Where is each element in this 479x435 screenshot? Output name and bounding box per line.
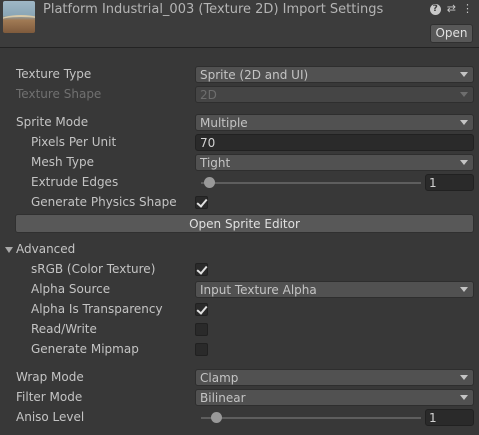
wrap-mode-row: Wrap Mode Clamp <box>0 368 479 388</box>
aniso-level-slider-thumb[interactable] <box>210 412 222 423</box>
extrude-edges-slider-track[interactable] <box>201 182 421 184</box>
filter-mode-dropdown[interactable]: Bilinear <box>195 389 474 406</box>
chevron-down-icon <box>460 160 468 165</box>
alpha-is-transparency-row: Alpha Is Transparency <box>0 300 479 320</box>
srgb-row: sRGB (Color Texture) <box>0 260 479 280</box>
pixels-per-unit-input[interactable]: 70 <box>195 134 474 151</box>
extrude-edges-input[interactable]: 1 <box>425 174 474 191</box>
filter-mode-value: Bilinear <box>200 391 246 405</box>
advanced-label: Advanced <box>16 242 76 256</box>
chevron-down-icon <box>460 120 468 125</box>
open-sprite-editor-button[interactable]: Open Sprite Editor <box>15 214 474 233</box>
read-write-label: Read/Write <box>31 322 97 336</box>
inspector-header: Platform Industrial_003 (Texture 2D) Imp… <box>0 0 479 48</box>
filter-mode-label: Filter Mode <box>16 390 83 404</box>
preset-icon[interactable]: ⇄ <box>447 2 456 16</box>
alpha-source-dropdown[interactable]: Input Texture Alpha <box>195 281 474 298</box>
sprite-mode-label: Sprite Mode <box>16 115 89 129</box>
generate-physics-shape-row: Generate Physics Shape <box>0 193 479 213</box>
extrude-edges-label: Extrude Edges <box>31 175 119 189</box>
aniso-level-input[interactable]: 1 <box>425 409 474 426</box>
mesh-type-label: Mesh Type <box>31 155 94 169</box>
generate-mipmap-row: Generate Mipmap <box>0 340 479 360</box>
pixels-per-unit-label: Pixels Per Unit <box>31 135 117 149</box>
texture-shape-label: Texture Shape <box>16 87 102 101</box>
alpha-source-value: Input Texture Alpha <box>200 283 317 297</box>
chevron-down-icon <box>460 375 468 380</box>
extrude-edges-slider-thumb[interactable] <box>204 177 216 188</box>
wrap-mode-dropdown[interactable]: Clamp <box>195 369 474 386</box>
mesh-type-row: Mesh Type Tight <box>0 153 479 173</box>
checkmark-icon <box>196 263 208 275</box>
chevron-down-icon <box>460 72 468 77</box>
aniso-level-value: 1 <box>429 411 437 425</box>
alpha-source-row: Alpha Source Input Texture Alpha <box>0 280 479 300</box>
open-sprite-editor-row: Open Sprite Editor <box>0 214 479 234</box>
mesh-type-value: Tight <box>200 156 231 170</box>
srgb-checkbox[interactable] <box>195 263 208 276</box>
foldout-arrow-icon <box>5 247 13 253</box>
more-menu-icon[interactable]: ⋮ <box>462 2 473 16</box>
alpha-is-transparency-label: Alpha Is Transparency <box>31 302 163 316</box>
texture-type-value: Sprite (2D and UI) <box>200 68 309 82</box>
texture-type-row: Texture Type Sprite (2D and UI) <box>0 65 479 85</box>
pixels-per-unit-row: Pixels Per Unit 70 <box>0 133 479 153</box>
texture-shape-dropdown: 2D <box>195 86 474 103</box>
help-icon[interactable]: ? <box>429 3 441 15</box>
chevron-down-icon <box>460 395 468 400</box>
texture-thumbnail <box>3 1 35 33</box>
texture-type-label: Texture Type <box>16 67 92 81</box>
aniso-level-slider-track[interactable] <box>201 417 421 419</box>
texture-type-dropdown[interactable]: Sprite (2D and UI) <box>195 66 474 83</box>
header-title: Platform Industrial_003 (Texture 2D) Imp… <box>43 2 384 17</box>
wrap-mode-value: Clamp <box>200 371 239 385</box>
advanced-foldout[interactable]: Advanced <box>0 240 479 260</box>
open-button[interactable]: Open <box>430 24 473 43</box>
generate-mipmap-checkbox[interactable] <box>195 343 208 356</box>
extrude-edges-value: 1 <box>429 176 437 190</box>
chevron-down-icon <box>460 92 468 97</box>
generate-physics-shape-checkbox[interactable] <box>195 196 208 209</box>
header-icons: ? ⇄ ⋮ <box>429 2 473 16</box>
aniso-level-row: Aniso Level 1 <box>0 408 479 428</box>
sprite-mode-value: Multiple <box>200 116 248 130</box>
extrude-edges-row: Extrude Edges 1 <box>0 173 479 193</box>
alpha-is-transparency-checkbox[interactable] <box>195 303 208 316</box>
checkmark-icon <box>196 196 208 208</box>
aniso-level-label: Aniso Level <box>16 410 85 424</box>
generate-physics-shape-label: Generate Physics Shape <box>31 195 177 209</box>
read-write-checkbox[interactable] <box>195 323 208 336</box>
chevron-down-icon <box>460 287 468 292</box>
mesh-type-dropdown[interactable]: Tight <box>195 154 474 171</box>
generate-mipmap-label: Generate Mipmap <box>31 342 139 356</box>
read-write-row: Read/Write <box>0 320 479 340</box>
texture-shape-value: 2D <box>200 88 217 102</box>
srgb-label: sRGB (Color Texture) <box>31 262 156 276</box>
wrap-mode-label: Wrap Mode <box>16 370 84 384</box>
texture-shape-row: Texture Shape 2D <box>0 85 479 105</box>
pixels-per-unit-value: 70 <box>200 136 216 150</box>
sprite-mode-row: Sprite Mode Multiple <box>0 113 479 133</box>
alpha-source-label: Alpha Source <box>31 282 111 296</box>
checkmark-icon <box>196 303 208 315</box>
filter-mode-row: Filter Mode Bilinear <box>0 388 479 408</box>
sprite-mode-dropdown[interactable]: Multiple <box>195 114 474 131</box>
